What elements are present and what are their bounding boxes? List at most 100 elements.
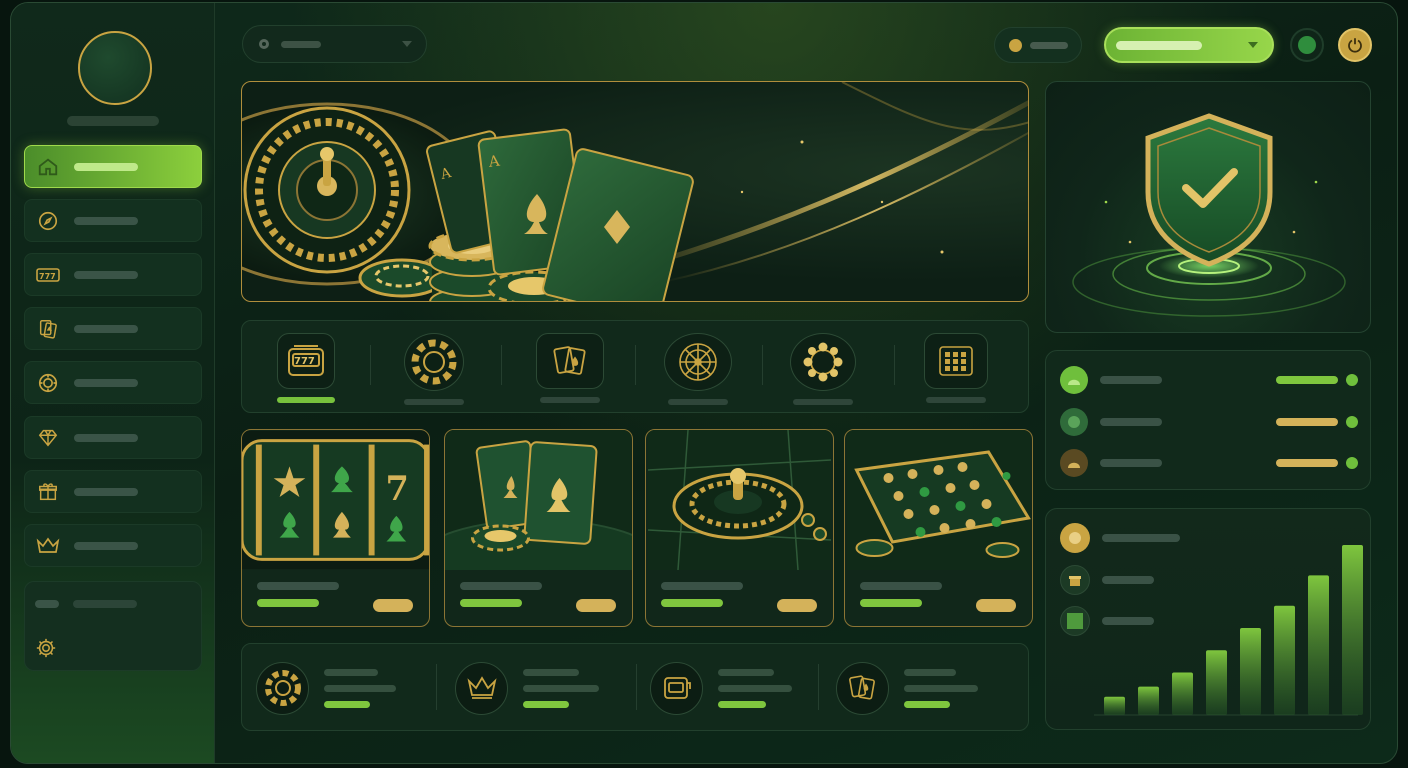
crown-icon	[36, 534, 60, 558]
game-search-select[interactable]	[242, 25, 427, 63]
game-rtp-bar	[257, 599, 319, 607]
bingo-board	[846, 430, 1031, 570]
crown-icon	[455, 661, 508, 715]
chart-bar	[1240, 627, 1261, 715]
promo-item-chips[interactable]	[256, 660, 396, 716]
game-card-roulette[interactable]	[645, 429, 834, 627]
avatar[interactable]	[78, 31, 152, 105]
svg-text:777: 777	[39, 272, 56, 281]
promo-item-cards[interactable]	[836, 660, 978, 716]
sidebar-item-cards[interactable]	[24, 307, 202, 350]
balance-placeholder	[1030, 41, 1068, 49]
chart-bar	[1172, 672, 1193, 715]
category-label-bar	[668, 399, 728, 405]
list-item[interactable]	[1060, 448, 1358, 478]
play-button[interactable]	[777, 599, 817, 612]
svg-text:7: 7	[385, 468, 408, 508]
slot-machine-icon	[650, 661, 703, 715]
row-label-placeholder	[1100, 418, 1162, 426]
category-label-bar	[277, 397, 335, 403]
deposit-button[interactable]	[1104, 27, 1274, 63]
slot-reels: 7	[242, 430, 429, 570]
list-item[interactable]	[1060, 407, 1358, 437]
play-button[interactable]	[576, 599, 616, 612]
deposit-label-placeholder	[1116, 40, 1202, 50]
category-cards[interactable]	[535, 333, 605, 408]
playing-cards-icon	[536, 333, 604, 389]
sidebar-item-table-games[interactable]	[24, 361, 202, 404]
game-card-bingo[interactable]	[844, 429, 1033, 627]
category-label-bar	[793, 399, 853, 405]
hero-banner[interactable]: A A	[241, 81, 1029, 302]
diamond-icon	[36, 426, 60, 450]
promo-item-slots[interactable]	[650, 660, 792, 716]
coin-icon	[1009, 38, 1022, 52]
footer-placeholder-long	[73, 600, 137, 608]
divider	[436, 664, 437, 710]
list-item[interactable]	[1060, 365, 1358, 395]
casino-dashboard: 777 A A 777 7	[10, 2, 1398, 764]
balance-pill[interactable]	[994, 27, 1082, 63]
sidebar-item-label	[74, 487, 138, 496]
game-title-placeholder	[661, 582, 743, 590]
sidebar-item-label	[74, 378, 138, 387]
sidebar-item-vip[interactable]	[24, 416, 202, 459]
chevron-down-icon	[402, 41, 412, 47]
sidebar-item-label	[74, 324, 138, 333]
category-roulette[interactable]	[663, 333, 733, 408]
sidebar-item-explore[interactable]	[24, 199, 202, 242]
sidebar-item-home[interactable]	[24, 145, 202, 188]
sidebar: 777	[11, 3, 215, 763]
category-poker[interactable]	[399, 333, 469, 408]
play-button[interactable]	[976, 599, 1016, 612]
promo-text-placeholder	[718, 668, 792, 708]
divider	[818, 664, 819, 710]
sidebar-item-label	[74, 541, 138, 550]
chart-bar	[1104, 696, 1125, 715]
divider	[635, 345, 636, 385]
select-placeholder	[281, 40, 321, 48]
stats-bar-chart	[1094, 545, 1363, 716]
row-progress-bar	[1276, 418, 1338, 426]
username-placeholder	[67, 116, 159, 126]
stats-chart-card	[1045, 508, 1371, 730]
chart-bar	[1308, 575, 1329, 715]
compass-icon	[36, 209, 60, 233]
game-card-blackjack[interactable]	[444, 429, 633, 627]
status-dot-icon	[1346, 457, 1358, 469]
game-rtp-bar	[460, 599, 522, 607]
playing-cards-icon	[36, 317, 60, 341]
status-dot-icon	[1346, 416, 1358, 428]
category-chips[interactable]	[788, 333, 858, 408]
leaderboard-card	[1045, 350, 1371, 490]
sidebar-item-label	[74, 433, 138, 442]
divider	[636, 664, 637, 710]
divider	[894, 345, 895, 385]
sidebar-item-label	[74, 216, 138, 225]
chart-bar	[1274, 605, 1295, 715]
home-icon	[36, 155, 60, 179]
game-title-placeholder	[860, 582, 942, 590]
roulette-wheel-icon	[664, 333, 732, 391]
status-dot-icon[interactable]	[1290, 28, 1324, 62]
category-label-bar	[404, 399, 464, 405]
poker-chip-icon	[256, 661, 309, 715]
sidebar-item-promotions[interactable]	[24, 470, 202, 513]
game-card-slots[interactable]: 7	[241, 429, 430, 627]
promo-item-vip[interactable]	[455, 660, 599, 716]
game-rtp-bar	[860, 599, 922, 607]
sidebar-item-label	[74, 162, 138, 171]
category-slots[interactable]: 777	[271, 333, 341, 408]
category-bingo[interactable]	[921, 333, 991, 408]
row-progress-bar	[1276, 459, 1338, 467]
sidebar-item-tournaments[interactable]	[24, 524, 202, 567]
bingo-grid-icon	[924, 333, 988, 389]
gear-icon[interactable]	[35, 637, 59, 661]
row-progress-bar	[1276, 376, 1338, 384]
play-button[interactable]	[373, 599, 413, 612]
power-icon[interactable]	[1338, 28, 1372, 62]
promo-text-placeholder	[324, 668, 396, 708]
sidebar-item-slots[interactable]: 777	[24, 253, 202, 296]
avatar	[1060, 408, 1088, 436]
promo-text-placeholder	[904, 668, 978, 708]
